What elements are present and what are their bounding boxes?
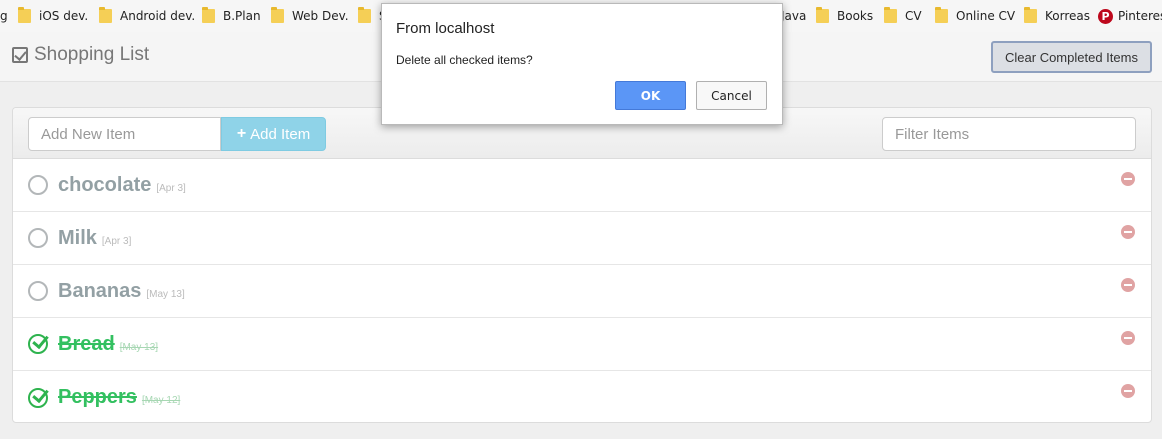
- checked-circle-icon[interactable]: [28, 387, 48, 408]
- bookmark-label: Android dev.: [120, 9, 196, 23]
- folder-icon: [358, 7, 371, 23]
- bookmark-item[interactable]: B.Plan: [202, 0, 261, 32]
- item-list: chocolate [Apr 3] Milk [Apr 3] Bananas […: [13, 159, 1151, 422]
- dialog-title: From localhost: [396, 20, 495, 37]
- bookmark-item[interactable]: CV: [884, 0, 922, 32]
- bookmark-label: Books: [837, 9, 874, 23]
- folder-icon: [18, 7, 31, 23]
- bookmark-item[interactable]: Android dev.: [99, 0, 195, 32]
- checkbox-icon: [12, 47, 28, 63]
- folder-icon: [816, 7, 829, 23]
- dialog-message: Delete all checked items?: [396, 53, 533, 67]
- folder-icon: [1024, 7, 1037, 23]
- page-title: Shopping List: [34, 44, 150, 65]
- bookmark-label: iOS dev.: [39, 9, 89, 23]
- item-date: [May 12]: [141, 395, 181, 406]
- item-name: Bananas: [58, 279, 142, 302]
- item-date: [May 13]: [119, 341, 159, 353]
- folder-icon: [884, 7, 897, 23]
- bookmark-label: g: [0, 9, 8, 23]
- folder-icon: [271, 7, 284, 23]
- list-item: Milk [Apr 3]: [13, 212, 1151, 265]
- add-item-label: Add Item: [250, 125, 311, 143]
- item-date: [Apr 3]: [101, 235, 132, 247]
- bookmark-item[interactable]: iOS dev.: [18, 0, 88, 32]
- ok-button[interactable]: OK: [615, 81, 686, 110]
- cancel-button[interactable]: Cancel: [696, 81, 767, 110]
- item-name: Bread: [58, 332, 115, 355]
- bookmark-item[interactable]: Java: [781, 0, 806, 32]
- list-item: chocolate [Apr 3]: [13, 159, 1151, 212]
- remove-icon[interactable]: [1121, 331, 1135, 345]
- remove-icon[interactable]: [1121, 172, 1135, 186]
- remove-icon[interactable]: [1121, 278, 1135, 292]
- add-item-button[interactable]: + Add Item: [221, 117, 326, 151]
- bookmark-item[interactable]: Books: [816, 0, 873, 32]
- remove-icon[interactable]: [1121, 384, 1135, 398]
- folder-icon: [202, 7, 215, 23]
- folder-icon: [935, 7, 948, 23]
- bookmark-item[interactable]: Korreas: [1024, 0, 1090, 32]
- item-name: Milk: [58, 226, 97, 249]
- list-item: Bread [May 13]: [13, 318, 1151, 371]
- plus-icon: +: [236, 125, 247, 142]
- bookmark-label: Korreas: [1045, 9, 1090, 23]
- pinterest-icon: P: [1098, 8, 1113, 24]
- bookmark-label: CV: [905, 9, 922, 23]
- bookmark-label: B.Plan: [223, 9, 261, 23]
- item-date: [Apr 3]: [156, 182, 186, 194]
- unchecked-circle-icon[interactable]: [28, 281, 48, 301]
- item-name: Peppers: [58, 386, 137, 408]
- clear-completed-button[interactable]: Clear Completed Items: [991, 41, 1152, 73]
- list-item: Bananas [May 13]: [13, 265, 1151, 318]
- bookmark-label: Pinteres: [1118, 9, 1162, 23]
- unchecked-circle-icon[interactable]: [28, 228, 48, 248]
- bookmark-item[interactable]: Online CV: [935, 0, 1015, 32]
- filter-items-input[interactable]: Filter Items: [882, 117, 1136, 151]
- item-name: chocolate: [58, 173, 152, 196]
- confirm-dialog: From localhost Delete all checked items?…: [381, 3, 783, 125]
- bookmark-label: Online CV: [956, 9, 1016, 23]
- folder-icon: [99, 7, 112, 23]
- add-item-input[interactable]: Add New Item: [28, 117, 221, 151]
- bookmark-label: Java: [781, 9, 807, 23]
- bookmark-item[interactable]: g: [0, 0, 8, 32]
- list-item: Peppers [May 12]: [13, 371, 1151, 422]
- remove-icon[interactable]: [1121, 225, 1135, 239]
- app-brand[interactable]: Shopping List: [12, 44, 149, 66]
- bookmark-label: Web Dev.: [292, 9, 349, 23]
- item-date: [May 13]: [146, 288, 185, 300]
- bookmark-item[interactable]: Web Dev.: [271, 0, 349, 32]
- shopping-list-panel: Add New Item + Add Item Filter Items cho…: [12, 107, 1152, 423]
- bookmark-item[interactable]: P Pinteres: [1098, 0, 1162, 32]
- unchecked-circle-icon[interactable]: [28, 175, 48, 195]
- checked-circle-icon[interactable]: [28, 334, 48, 354]
